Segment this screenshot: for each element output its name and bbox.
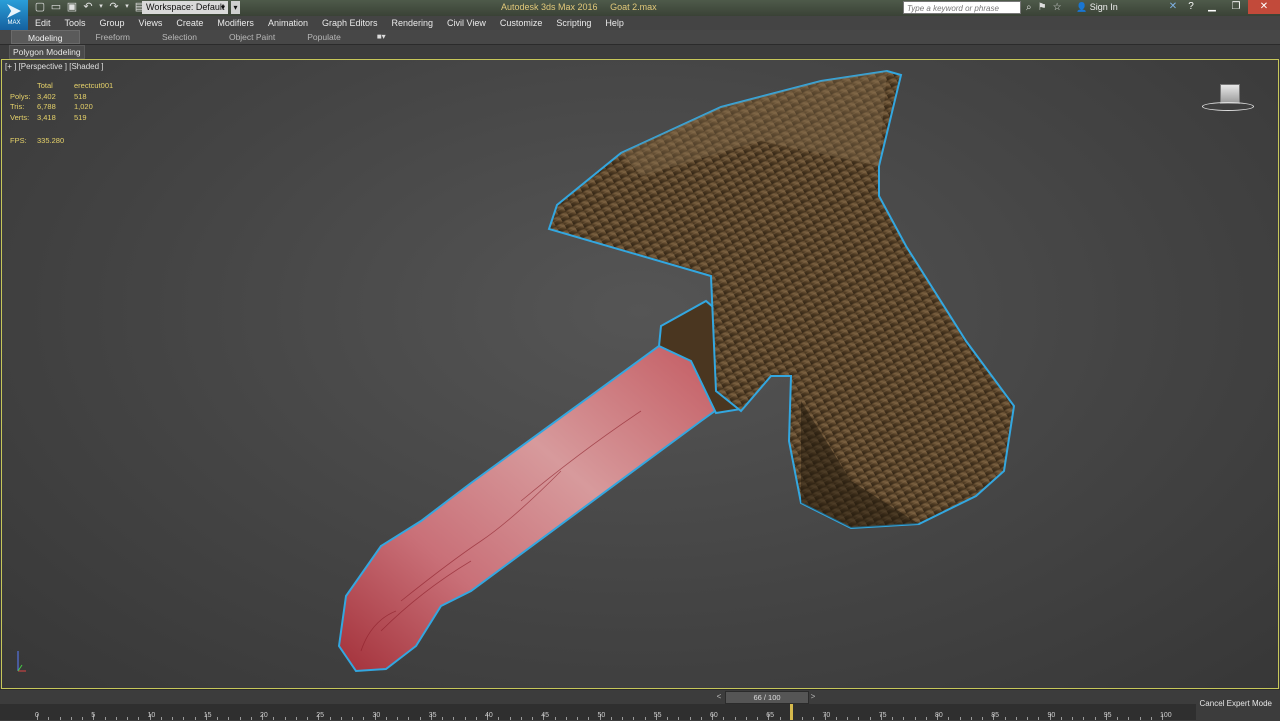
timeline-tick-label: 40 [485, 712, 493, 719]
app-title: Autodesk 3ds Max 2016 [501, 2, 598, 12]
undo-icon[interactable]: ↶ [82, 1, 94, 13]
new-file-icon[interactable]: ▢ [34, 1, 46, 13]
timeline-tick-label: 70 [822, 712, 831, 719]
quick-access-toolbar: ▢ ▭ ▣ ↶ ▾ ↷ ▾ ▤ [34, 1, 146, 13]
timeline-tick-label: 5 [91, 712, 96, 719]
favorites-star-icon[interactable]: ☆ [1053, 2, 1062, 13]
ribbon-options-icon[interactable]: ■▾ [377, 32, 393, 42]
timeline-tick-label: 10 [147, 712, 156, 719]
restore-icon[interactable]: ❐ [1224, 0, 1248, 14]
polygon-modeling-panel[interactable]: Polygon Modeling [9, 45, 85, 59]
workspace-dropdown[interactable]: Workspace: Default [142, 1, 228, 14]
infocenter-icons: ⌕ ⚑ ☆ [1026, 2, 1062, 13]
timeline-tick-label: 80 [935, 712, 943, 719]
menu-animation[interactable]: Animation [261, 18, 315, 28]
current-frame-marker[interactable] [789, 704, 793, 720]
window-title: Autodesk 3ds Max 2016 Goat 2.max [501, 2, 667, 12]
tab-modeling[interactable]: Modeling [11, 30, 80, 44]
timeline-tick-label: 75 [878, 712, 887, 719]
app-logo-button[interactable]: MAX [0, 0, 28, 30]
axis-gizmo-icon [17, 651, 26, 672]
timeline-tick-label: 85 [991, 712, 1000, 719]
user-icon: 👤 [1076, 2, 1088, 12]
search-input[interactable]: Type a keyword or phrase [903, 1, 1021, 14]
timeline-tick-label: 50 [597, 712, 606, 719]
menu-tools[interactable]: Tools [58, 18, 93, 28]
close-icon[interactable]: ✕ [1248, 0, 1280, 14]
timeline-tick-label: 60 [710, 712, 718, 719]
window-controls: ✕ ? ▁ ❐ ✕ [1164, 0, 1280, 14]
timeline-tick-label: 100 [1160, 712, 1172, 719]
menu-modifiers[interactable]: Modifiers [210, 18, 261, 28]
handle-mesh[interactable] [337, 339, 728, 673]
logo-text: MAX [7, 20, 21, 26]
next-frame-icon[interactable]: > [808, 691, 818, 702]
menu-bar: Edit Tools Group Views Create Modifiers … [28, 16, 1280, 30]
max-logo-icon [7, 4, 21, 18]
viewcube[interactable] [1202, 84, 1254, 114]
menu-civil-view[interactable]: Civil View [440, 18, 493, 28]
viewcube-cube-icon[interactable] [1220, 84, 1240, 104]
help-icon[interactable]: ? [1182, 0, 1200, 14]
sign-in-label: Sign In [1089, 2, 1118, 12]
cancel-expert-mode-button[interactable]: Cancel Expert Mode [1200, 699, 1272, 708]
sign-in-button[interactable]: 👤 Sign In [1076, 2, 1118, 13]
undo-dropdown-icon[interactable]: ▾ [98, 1, 104, 13]
menu-graph-editors[interactable]: Graph Editors [315, 18, 385, 28]
redo-dropdown-icon[interactable]: ▾ [124, 1, 130, 13]
timeline-tick-label: 35 [428, 712, 437, 719]
tab-populate[interactable]: Populate [291, 30, 357, 44]
timeline-tick-label: 95 [1103, 712, 1112, 719]
timeline-tick-label: 55 [653, 712, 662, 719]
timeline-tick-label: 30 [372, 712, 381, 719]
tab-freeform[interactable]: Freeform [80, 30, 146, 44]
viewport-model[interactable] [2, 60, 1278, 688]
exchange-apps-icon[interactable]: ✕ [1164, 0, 1182, 14]
title-bar: ▢ ▭ ▣ ↶ ▾ ↷ ▾ ▤ Workspace: Default ▾ Aut… [0, 0, 1280, 16]
fps-label: FPS: [10, 136, 27, 145]
timeline-tick-label: 90 [1047, 712, 1056, 719]
time-slider[interactable]: 66 / 100 [725, 691, 809, 704]
save-icon[interactable]: ▣ [66, 1, 78, 13]
menu-group[interactable]: Group [93, 18, 132, 28]
quick-access-menu-icon[interactable]: ▾ [231, 1, 240, 14]
minimize-icon[interactable]: ▁ [1200, 0, 1224, 14]
viewport-label[interactable]: [+ ] [Perspective ] [Shaded ] [5, 62, 104, 71]
menu-create[interactable]: Create [169, 18, 210, 28]
perspective-viewport[interactable]: [+ ] [Perspective ] [Shaded ] Total erec… [1, 59, 1279, 689]
fps-value: 335.280 [37, 136, 65, 145]
binoculars-icon[interactable]: ⌕ [1026, 2, 1032, 13]
timeline-tick-label: 65 [766, 712, 775, 719]
fps-readout: FPS: 335.280 [10, 136, 64, 145]
timeline-tick-label: 45 [541, 712, 550, 719]
redo-icon[interactable]: ↷ [108, 1, 120, 13]
timeline-tick-label: 20 [260, 712, 268, 719]
time-bar: < 66 / 100 > ▤ 0510152025303540455055606… [0, 689, 1280, 721]
menu-rendering[interactable]: Rendering [385, 18, 441, 28]
trackbar[interactable]: 0 5 10 15 20 25 30 35 40 45 50 55 60 65 70 75 80 85 90 95 10… [0, 704, 1196, 720]
timeline-tick-label: 15 [203, 712, 212, 719]
menu-customize[interactable]: Customize [493, 18, 550, 28]
file-name: Goat 2.max [610, 2, 657, 12]
tab-object-paint[interactable]: Object Paint [213, 30, 291, 44]
menu-views[interactable]: Views [132, 18, 170, 28]
timeline-tick-label: 0 [35, 712, 39, 719]
tab-selection[interactable]: Selection [146, 30, 213, 44]
prev-frame-icon[interactable]: < [714, 691, 724, 702]
stats-total-header: Total [37, 81, 53, 90]
ribbon-tabs: Modeling Freeform Selection Object Paint… [0, 30, 1280, 45]
menu-help[interactable]: Help [598, 18, 631, 28]
subscription-icon[interactable]: ⚑ [1038, 2, 1047, 13]
viewcube-compass-ring[interactable] [1202, 102, 1254, 111]
stats-object-header: erectcut001 [74, 81, 114, 90]
menu-edit[interactable]: Edit [28, 18, 58, 28]
open-file-icon[interactable]: ▭ [50, 1, 62, 13]
menu-scripting[interactable]: Scripting [549, 18, 598, 28]
timeline-tick-label: 25 [316, 712, 325, 719]
ribbon-panel: Polygon Modeling [0, 45, 1280, 59]
